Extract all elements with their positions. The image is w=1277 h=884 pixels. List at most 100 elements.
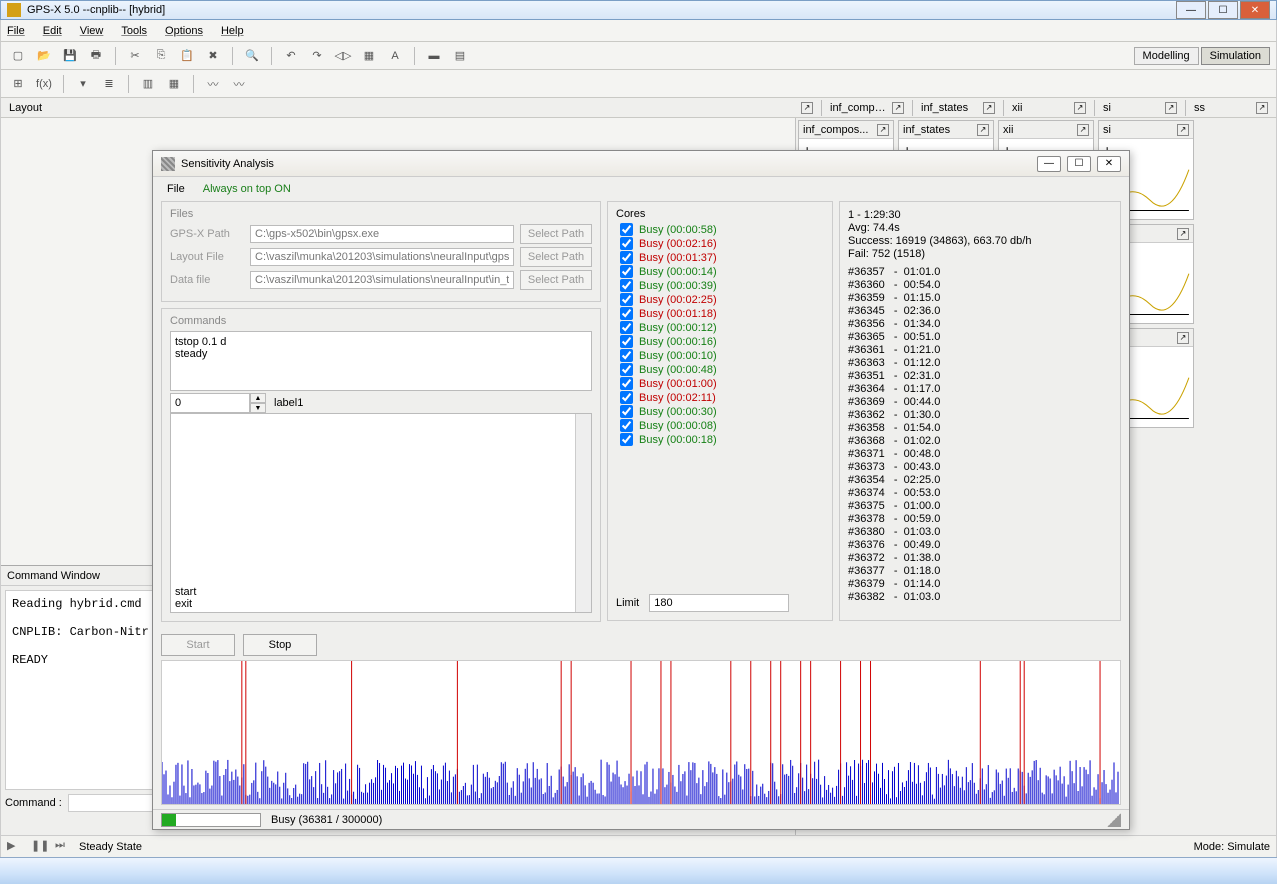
- stats-line: #36373 - 00:43.0: [848, 461, 1112, 474]
- copy-icon[interactable]: ⎘: [150, 45, 172, 67]
- save-icon[interactable]: 💾: [59, 45, 81, 67]
- color-icon[interactable]: ▬: [423, 45, 445, 67]
- core-checkbox[interactable]: [620, 391, 633, 404]
- close-button[interactable]: ✕: [1240, 1, 1270, 19]
- popout-icon[interactable]: ↗: [892, 102, 904, 114]
- min-button[interactable]: —: [1176, 1, 1206, 19]
- popout-icon[interactable]: ↗: [1256, 102, 1268, 114]
- core-checkbox[interactable]: [620, 349, 633, 362]
- tab-ss[interactable]: ss↗: [1185, 100, 1276, 116]
- start-button[interactable]: Start: [161, 634, 235, 656]
- paste-icon[interactable]: 📋: [176, 45, 198, 67]
- undo-icon[interactable]: ↶: [280, 45, 302, 67]
- doc-icon[interactable]: ▤: [449, 45, 471, 67]
- popout-icon[interactable]: ↗: [977, 124, 989, 136]
- core-checkbox[interactable]: [620, 433, 633, 446]
- core-checkbox[interactable]: [620, 237, 633, 250]
- var-icon[interactable]: ⊞: [7, 73, 29, 95]
- limit-input[interactable]: [649, 594, 789, 612]
- trend2-icon[interactable]: 〰: [228, 73, 250, 95]
- menu-help[interactable]: Help: [221, 25, 244, 37]
- menu-tools[interactable]: Tools: [121, 25, 147, 37]
- print-icon[interactable]: 🖶: [85, 45, 107, 67]
- commands-text[interactable]: tstop 0.1 d steady: [170, 331, 592, 391]
- max-button[interactable]: ☐: [1208, 1, 1238, 19]
- layout-file-select[interactable]: Select Path: [520, 247, 592, 267]
- zoom-icon[interactable]: 🔍: [241, 45, 263, 67]
- spin-control[interactable]: ▲▼: [170, 393, 266, 413]
- mode-tab-modelling[interactable]: Modelling: [1134, 47, 1199, 65]
- core-checkbox[interactable]: [620, 223, 633, 236]
- menu-file[interactable]: File: [7, 25, 25, 37]
- menu-edit[interactable]: Edit: [43, 25, 62, 37]
- menu-options[interactable]: Options: [165, 25, 203, 37]
- data-file-select[interactable]: Select Path: [520, 270, 592, 290]
- resize-grip-icon[interactable]: [1107, 813, 1121, 827]
- sa-max-button[interactable]: ☐: [1067, 156, 1091, 172]
- gpsx-path-input[interactable]: [250, 225, 514, 243]
- app-titlebar: GPS-X 5.0 --cnplib-- [hybrid] — ☐ ✕: [0, 0, 1277, 20]
- sa-menu-file[interactable]: File: [167, 183, 185, 195]
- core-item: Busy (00:00:08): [620, 419, 824, 432]
- stop-button[interactable]: Stop: [243, 634, 317, 656]
- popout-icon[interactable]: ↗: [1074, 102, 1086, 114]
- popout-icon[interactable]: ↗: [1177, 124, 1189, 136]
- core-checkbox[interactable]: [620, 335, 633, 348]
- font-icon[interactable]: A: [384, 45, 406, 67]
- core-checkbox[interactable]: [620, 265, 633, 278]
- menu-view[interactable]: View: [80, 25, 104, 37]
- log-box[interactable]: start exit: [170, 413, 592, 613]
- layout-file-input[interactable]: [250, 248, 514, 266]
- popout-icon[interactable]: ↗: [801, 102, 813, 114]
- sa-menu-always-on-top[interactable]: Always on top ON: [203, 183, 291, 195]
- core-checkbox[interactable]: [620, 377, 633, 390]
- spin-up-icon[interactable]: ▲: [250, 393, 266, 403]
- data-file-input[interactable]: [250, 271, 514, 289]
- core-checkbox[interactable]: [620, 419, 633, 432]
- sa-close-button[interactable]: ✕: [1097, 156, 1121, 172]
- tab-inf_compos...[interactable]: inf_compos...↗: [821, 100, 912, 116]
- stats-line: #36357 - 01:01.0: [848, 266, 1112, 279]
- redo-icon[interactable]: ↷: [306, 45, 328, 67]
- fx-icon[interactable]: f(x): [33, 73, 55, 95]
- core-checkbox[interactable]: [620, 363, 633, 376]
- layout-tab-label[interactable]: Layout: [9, 102, 42, 114]
- chart-bar-icon[interactable]: ▥: [137, 73, 159, 95]
- grid-icon[interactable]: ▦: [358, 45, 380, 67]
- popout-icon[interactable]: ↗: [1165, 102, 1177, 114]
- tab-xii[interactable]: xii↗: [1003, 100, 1094, 116]
- cut-icon[interactable]: ✂: [124, 45, 146, 67]
- open-icon[interactable]: 📂: [33, 45, 55, 67]
- gpsx-path-select[interactable]: Select Path: [520, 224, 592, 244]
- popout-icon[interactable]: ↗: [983, 102, 995, 114]
- popout-icon[interactable]: ↗: [1077, 124, 1089, 136]
- mode-tab-simulation[interactable]: Simulation: [1201, 47, 1270, 65]
- spin-input[interactable]: [170, 393, 250, 413]
- trend1-icon[interactable]: 〰: [202, 73, 224, 95]
- core-item: Busy (00:02:16): [620, 237, 824, 250]
- align-icon[interactable]: ≣: [98, 73, 120, 95]
- tab-si[interactable]: si↗: [1094, 100, 1185, 116]
- command-window-title: Command Window: [7, 570, 100, 582]
- sa-min-button[interactable]: —: [1037, 156, 1061, 172]
- core-checkbox[interactable]: [620, 293, 633, 306]
- delete-icon[interactable]: ✖: [202, 45, 224, 67]
- table-icon[interactable]: ▦: [163, 73, 185, 95]
- popout-icon[interactable]: ↗: [877, 124, 889, 136]
- pan-icon[interactable]: ◁▷: [332, 45, 354, 67]
- spin-down-icon[interactable]: ▼: [250, 403, 266, 413]
- log-scrollbar[interactable]: [575, 414, 591, 612]
- tree-icon[interactable]: ▾: [72, 73, 94, 95]
- core-checkbox[interactable]: [620, 321, 633, 334]
- pause-icon[interactable]: ❚❚: [31, 839, 47, 855]
- core-checkbox[interactable]: [620, 279, 633, 292]
- core-checkbox[interactable]: [620, 251, 633, 264]
- skip-icon[interactable]: ⏭: [55, 839, 71, 855]
- core-checkbox[interactable]: [620, 405, 633, 418]
- limit-label: Limit: [616, 597, 639, 609]
- core-checkbox[interactable]: [620, 307, 633, 320]
- popout-icon[interactable]: ↗: [1177, 228, 1189, 240]
- play-icon[interactable]: ▶: [7, 839, 23, 855]
- tab-inf_states[interactable]: inf_states↗: [912, 100, 1003, 116]
- new-icon[interactable]: ▢: [7, 45, 29, 67]
